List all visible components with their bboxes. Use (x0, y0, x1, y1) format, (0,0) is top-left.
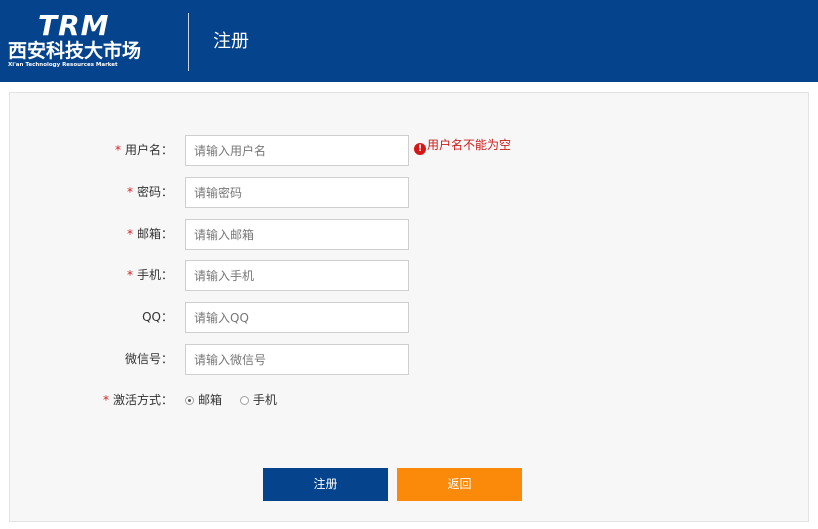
activation-email-radio[interactable] (185, 396, 194, 405)
logo-chinese-name: 西安科技大市场 (8, 40, 142, 62)
required-mark: * (114, 143, 121, 157)
wechat-label: 微信号： (124, 352, 173, 366)
wechat-row: 微信号： (10, 344, 808, 375)
email-row: * 邮箱： (10, 219, 808, 250)
password-row: * 密码： (10, 177, 808, 208)
registration-form: *用户名： !用户名不能为空 *密码： *邮箱： *手机： QQ： 微信号： *… (9, 92, 809, 522)
phone-row: * 手机： (10, 260, 808, 291)
password-label: * 密码： (126, 185, 173, 199)
back-button[interactable]: 返回 (397, 468, 522, 501)
username-error: ! 用户名不能为空 (414, 137, 512, 155)
header-divider (188, 13, 189, 71)
email-label: * 邮箱： (126, 227, 173, 241)
page-title: 注册 (213, 31, 249, 52)
register-button[interactable]: 注册 (263, 468, 388, 501)
username-input[interactable] (185, 135, 409, 166)
activation-row: * 激活方式： 邮箱 手机 (10, 385, 808, 416)
activation-phone-radio[interactable] (239, 396, 249, 405)
activation-radio-group: 邮箱 手机 (185, 385, 291, 416)
wechat-input[interactable] (185, 344, 409, 375)
activation-phone-label[interactable]: 手机 (253, 393, 277, 407)
username-row: *用户名： !用户名不能为空 (10, 135, 808, 166)
logo-brand: TRM (38, 9, 110, 42)
logo-english-name: Xi'an Technology Resources Market (8, 62, 118, 68)
email-input[interactable] (185, 219, 409, 250)
username-error-text: 用户名不能为空 (427, 138, 512, 152)
required-mark: * (126, 227, 133, 241)
qq-row: QQ： (10, 302, 808, 333)
username-label: * 用户名： (114, 143, 173, 157)
qq-input[interactable] (185, 302, 409, 333)
activation-email-label[interactable]: 邮箱 (198, 393, 222, 407)
required-mark: * (126, 185, 133, 199)
phone-input[interactable] (185, 260, 409, 291)
required-mark: * (102, 393, 109, 407)
password-input[interactable] (185, 177, 409, 208)
trm-logo[interactable]: TRM 西安科技大市场 Xi'an Technology Resources M… (8, 10, 168, 72)
top-header: TRM 西安科技大市场 Xi'an Technology Resources M… (0, 0, 818, 82)
activation-label: * 激活方式： (102, 393, 173, 407)
phone-label: * 手机： (126, 268, 173, 282)
error-icon: ! (414, 143, 426, 155)
qq-label: QQ： (142, 310, 173, 324)
required-mark: * (126, 268, 133, 282)
